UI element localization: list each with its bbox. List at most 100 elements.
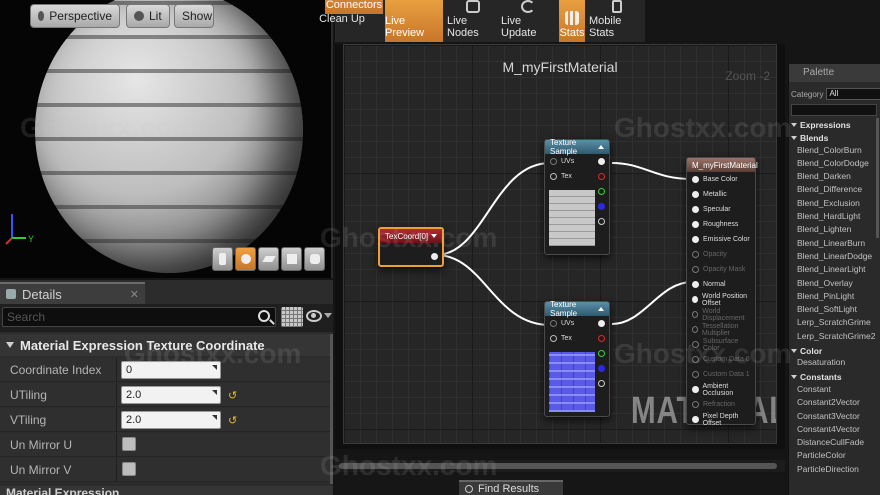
palette-category-header[interactable]: Expressions: [789, 118, 880, 131]
palette-item[interactable]: Desaturation: [789, 357, 880, 370]
result-input-pin[interactable]: [692, 236, 699, 243]
result-input-pin[interactable]: [692, 206, 699, 213]
stats-button[interactable]: Stats: [559, 0, 585, 42]
chevron-down-icon[interactable]: [431, 234, 437, 238]
a-output-pin[interactable]: [598, 218, 605, 225]
result-input-pin[interactable]: [692, 266, 699, 273]
palette-item[interactable]: Constant: [789, 384, 880, 397]
column-divider[interactable]: [116, 458, 117, 482]
palette-item[interactable]: Lerp_ScratchGrime: [789, 317, 880, 330]
palette-item[interactable]: ParticleColor: [789, 450, 880, 463]
texcoord-node-header[interactable]: TexCoord[0]: [380, 229, 442, 243]
texture-sample-node-2[interactable]: Texture Sample UVs Tex: [544, 300, 610, 417]
texture-sample-header[interactable]: Texture Sample: [545, 300, 609, 318]
texcoord-section-header[interactable]: Material Expression Texture Coordinate: [0, 334, 333, 356]
palette-category-header[interactable]: Constants: [789, 371, 880, 384]
tex-input-pin[interactable]: [550, 335, 557, 342]
palette-item[interactable]: Blend_Darken: [789, 171, 880, 184]
palette-item[interactable]: Blend_PinLight: [789, 291, 880, 304]
coordinate-index-input[interactable]: 0: [121, 361, 221, 379]
material-result-node[interactable]: M_myFirstMaterial Base Color Metallic Spec…: [686, 157, 758, 427]
live-preview-button[interactable]: Live Preview: [385, 0, 443, 42]
b-output-pin[interactable]: [598, 203, 605, 210]
palette-item[interactable]: Blend_ColorBurn: [789, 145, 880, 158]
close-icon[interactable]: ✕: [130, 288, 139, 301]
preview-viewport[interactable]: Perspective Lit Show Y: [0, 0, 333, 278]
live-nodes-button[interactable]: Live Nodes: [447, 0, 499, 42]
perspective-button[interactable]: Perspective: [30, 4, 120, 28]
b-output-pin[interactable]: [598, 365, 605, 372]
details-scrollbar[interactable]: [330, 334, 333, 484]
g-output-pin[interactable]: [598, 188, 605, 195]
r-output-pin[interactable]: [598, 335, 605, 342]
result-input-pin[interactable]: [692, 401, 699, 408]
palette-item[interactable]: DistanceCullFade: [789, 437, 880, 450]
palette-item[interactable]: ParticleDirection: [789, 464, 880, 477]
reset-to-default-icon[interactable]: ↺: [228, 414, 237, 427]
cylinder-preview-button[interactable]: [212, 247, 233, 271]
palette-item[interactable]: Blend_Difference: [789, 184, 880, 197]
texture-sample-header[interactable]: Texture Sample: [545, 138, 609, 156]
eye-icon[interactable]: [306, 310, 322, 322]
result-input-pin[interactable]: [692, 341, 699, 348]
palette-tab[interactable]: Palette: [789, 64, 880, 82]
uvs-input-pin[interactable]: [550, 158, 557, 165]
mobile-stats-button[interactable]: Mobile Stats: [589, 0, 645, 42]
cube-preview-button[interactable]: [281, 247, 302, 271]
palette-category-header[interactable]: Blends: [789, 131, 880, 144]
a-output-pin[interactable]: [598, 380, 605, 387]
category-select[interactable]: All: [826, 88, 880, 100]
result-input-pin[interactable]: [692, 296, 699, 303]
plane-preview-button[interactable]: [258, 247, 279, 271]
texture-sample-node-1[interactable]: Texture Sample UVs Tex: [544, 138, 610, 255]
utiling-input[interactable]: 2.0: [121, 386, 221, 404]
find-results-tab[interactable]: Find Results: [459, 480, 563, 495]
live-update-button[interactable]: Live Update: [501, 0, 555, 42]
palette-category-header[interactable]: Color: [789, 344, 880, 357]
palette-item[interactable]: Blend_HardLight: [789, 211, 880, 224]
result-input-pin[interactable]: [692, 416, 699, 423]
uvs-input-pin[interactable]: [550, 320, 557, 327]
tex-input-pin[interactable]: [550, 173, 557, 180]
un-mirror-v-checkbox[interactable]: [122, 462, 136, 476]
details-tab[interactable]: Details ✕: [0, 282, 145, 304]
un-mirror-u-checkbox[interactable]: [122, 437, 136, 451]
palette-item[interactable]: Blend_Exclusion: [789, 198, 880, 211]
material-graph-canvas[interactable]: M_myFirstMaterial Zoom -2 MATERIAL TexCo…: [343, 44, 777, 444]
scrollbar-thumb[interactable]: [339, 463, 777, 469]
result-input-pin[interactable]: [692, 281, 699, 288]
reset-to-default-icon[interactable]: ↺: [228, 389, 237, 402]
g-output-pin[interactable]: [598, 350, 605, 357]
property-matrix-icon[interactable]: [281, 307, 303, 327]
result-node-header[interactable]: M_myFirstMaterial: [687, 158, 758, 172]
result-input-pin[interactable]: [692, 251, 699, 258]
result-input-pin[interactable]: [692, 371, 699, 378]
column-divider[interactable]: [116, 358, 117, 382]
lit-button[interactable]: Lit: [126, 4, 170, 28]
result-input-pin[interactable]: [692, 326, 698, 333]
palette-item[interactable]: Blend_LinearBurn: [789, 238, 880, 251]
palette-item[interactable]: Blend_Lighten: [789, 224, 880, 237]
palette-item[interactable]: Blend_LinearDodge: [789, 251, 880, 264]
result-input-pin[interactable]: [692, 311, 699, 318]
chevron-up-icon[interactable]: [598, 307, 604, 311]
details-search-input[interactable]: Search: [2, 307, 276, 327]
show-button[interactable]: Show: [174, 4, 214, 28]
palette-item[interactable]: Lerp_ScratchGrime2: [789, 331, 880, 344]
palette-scrollbar[interactable]: [876, 118, 879, 238]
custom-mesh-preview-button[interactable]: [304, 247, 325, 271]
column-divider[interactable]: [116, 433, 117, 457]
sphere-preview-button[interactable]: [235, 247, 256, 271]
column-divider[interactable]: [116, 383, 117, 407]
palette-item[interactable]: Blend_Overlay: [789, 278, 880, 291]
column-divider[interactable]: [116, 408, 117, 432]
chevron-up-icon[interactable]: [598, 145, 604, 149]
palette-item[interactable]: Blend_SoftLight: [789, 304, 880, 317]
chevron-down-icon[interactable]: [324, 313, 332, 318]
palette-item[interactable]: Constant2Vector: [789, 397, 880, 410]
result-input-pin[interactable]: [692, 386, 699, 393]
palette-item[interactable]: Blend_LinearLight: [789, 264, 880, 277]
result-input-pin[interactable]: [692, 356, 699, 363]
r-output-pin[interactable]: [598, 173, 605, 180]
material-expression-section-header[interactable]: Material Expression: [0, 486, 333, 495]
